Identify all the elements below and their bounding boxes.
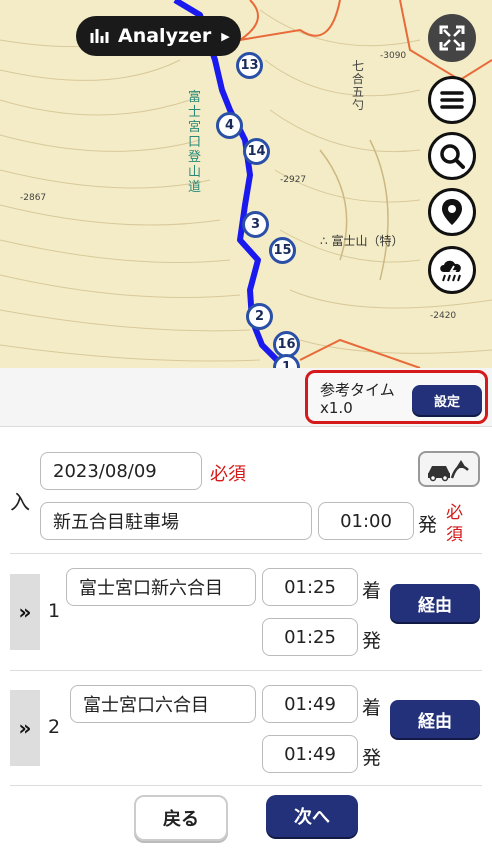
- map-label-peak: ∴ 富士山（特）: [320, 233, 403, 248]
- map-view[interactable]: ∴ 富士山（特） -2867 -2927 -3090 -2420 富士宮口登山道…: [0, 0, 492, 368]
- start-date-field[interactable]: 2023/08/09: [40, 452, 202, 490]
- arrive-label: 着: [362, 697, 382, 719]
- map-label-elev3: -3090: [380, 51, 406, 61]
- arrive-label: 着: [362, 580, 382, 602]
- route-mode-button[interactable]: [418, 451, 480, 487]
- stop-arrive-time-field[interactable]: 01:25: [262, 568, 358, 606]
- menu-button[interactable]: [428, 76, 476, 124]
- divider: [10, 670, 482, 671]
- fullscreen-icon: [439, 25, 465, 51]
- stop-arrive-time-field[interactable]: 01:49: [262, 685, 358, 723]
- waypoint-label: 14: [247, 144, 266, 159]
- chart-icon: [90, 29, 109, 43]
- stop-depart-time-field[interactable]: 01:25: [262, 618, 358, 656]
- reference-time-label: 参考タイム: [320, 381, 395, 399]
- depart-label: 発: [362, 747, 382, 769]
- waypoint-marker[interactable]: 2: [246, 303, 273, 330]
- stop-expand-button[interactable]: »: [10, 574, 40, 650]
- fullscreen-button[interactable]: [428, 14, 476, 62]
- stop-number: 2: [48, 716, 61, 738]
- stop-name-field[interactable]: 富士宮口新六合目: [66, 568, 256, 606]
- weather-button[interactable]: [428, 246, 476, 294]
- waypoint-marker[interactable]: 3: [242, 211, 269, 238]
- reference-time-value: x1.0: [320, 399, 353, 417]
- analyzer-label: Analyzer: [118, 25, 212, 47]
- stop-depart-time-field[interactable]: 01:49: [262, 735, 358, 773]
- double-chevron-icon: »: [18, 600, 32, 624]
- reference-time-text: 参考タイム x1.0: [320, 381, 395, 417]
- waypoint-marker[interactable]: 15: [269, 237, 296, 264]
- waypoint-label: 15: [273, 243, 292, 258]
- map-label-elev1: -2867: [20, 193, 46, 203]
- divider: [10, 785, 482, 786]
- via-button[interactable]: 経由: [390, 584, 480, 622]
- car-mountain-icon: [428, 460, 469, 482]
- start-side-label: 入: [10, 490, 30, 514]
- map-label-trail: 富士宮口登山道: [188, 90, 202, 195]
- start-place-field[interactable]: 新五合目駐車場: [40, 502, 312, 540]
- location-button[interactable]: [428, 188, 476, 236]
- depart-label: 発: [418, 514, 438, 536]
- next-button[interactable]: 次へ: [266, 795, 358, 837]
- stop-name-field[interactable]: 富士宮口六合目: [70, 685, 256, 723]
- weather-icon: [440, 260, 461, 282]
- divider: [10, 553, 482, 554]
- map-label-station: 七合五勺: [352, 59, 365, 112]
- back-button[interactable]: 戻る: [134, 795, 228, 841]
- search-icon: [440, 144, 465, 169]
- required-label-2: 須: [446, 525, 463, 545]
- map-label-elev4: -2420: [430, 311, 456, 321]
- play-icon: ▶: [221, 29, 230, 43]
- menu-icon: [440, 91, 464, 109]
- waypoint-marker[interactable]: 13: [236, 52, 263, 79]
- double-chevron-icon: »: [18, 716, 32, 740]
- reference-time-settings-button[interactable]: 設定: [412, 385, 482, 415]
- map-label-elev2: -2927: [280, 175, 306, 185]
- via-button[interactable]: 経由: [390, 700, 480, 738]
- waypoint-label: 16: [277, 337, 296, 352]
- reference-time-box: 参考タイム x1.0 設定: [305, 370, 488, 424]
- waypoint-marker[interactable]: 4: [216, 112, 243, 139]
- waypoint-label: 1: [281, 360, 292, 368]
- waypoint-label: 3: [250, 217, 261, 232]
- analyzer-button[interactable]: Analyzer ▶: [76, 16, 241, 56]
- location-pin-icon: [442, 199, 462, 225]
- stop-expand-button[interactable]: »: [10, 690, 40, 766]
- waypoint-label: 2: [254, 309, 265, 324]
- waypoint-label: 4: [224, 118, 235, 133]
- reference-time-bar: 参考タイム x1.0 設定: [0, 368, 492, 427]
- depart-label: 発: [362, 630, 382, 652]
- waypoint-marker[interactable]: 14: [243, 138, 270, 165]
- stop-number: 1: [48, 600, 61, 622]
- required-label: 必須: [210, 464, 246, 485]
- search-button[interactable]: [428, 132, 476, 180]
- start-time-field[interactable]: 01:00: [318, 502, 414, 540]
- waypoint-label: 13: [240, 58, 259, 73]
